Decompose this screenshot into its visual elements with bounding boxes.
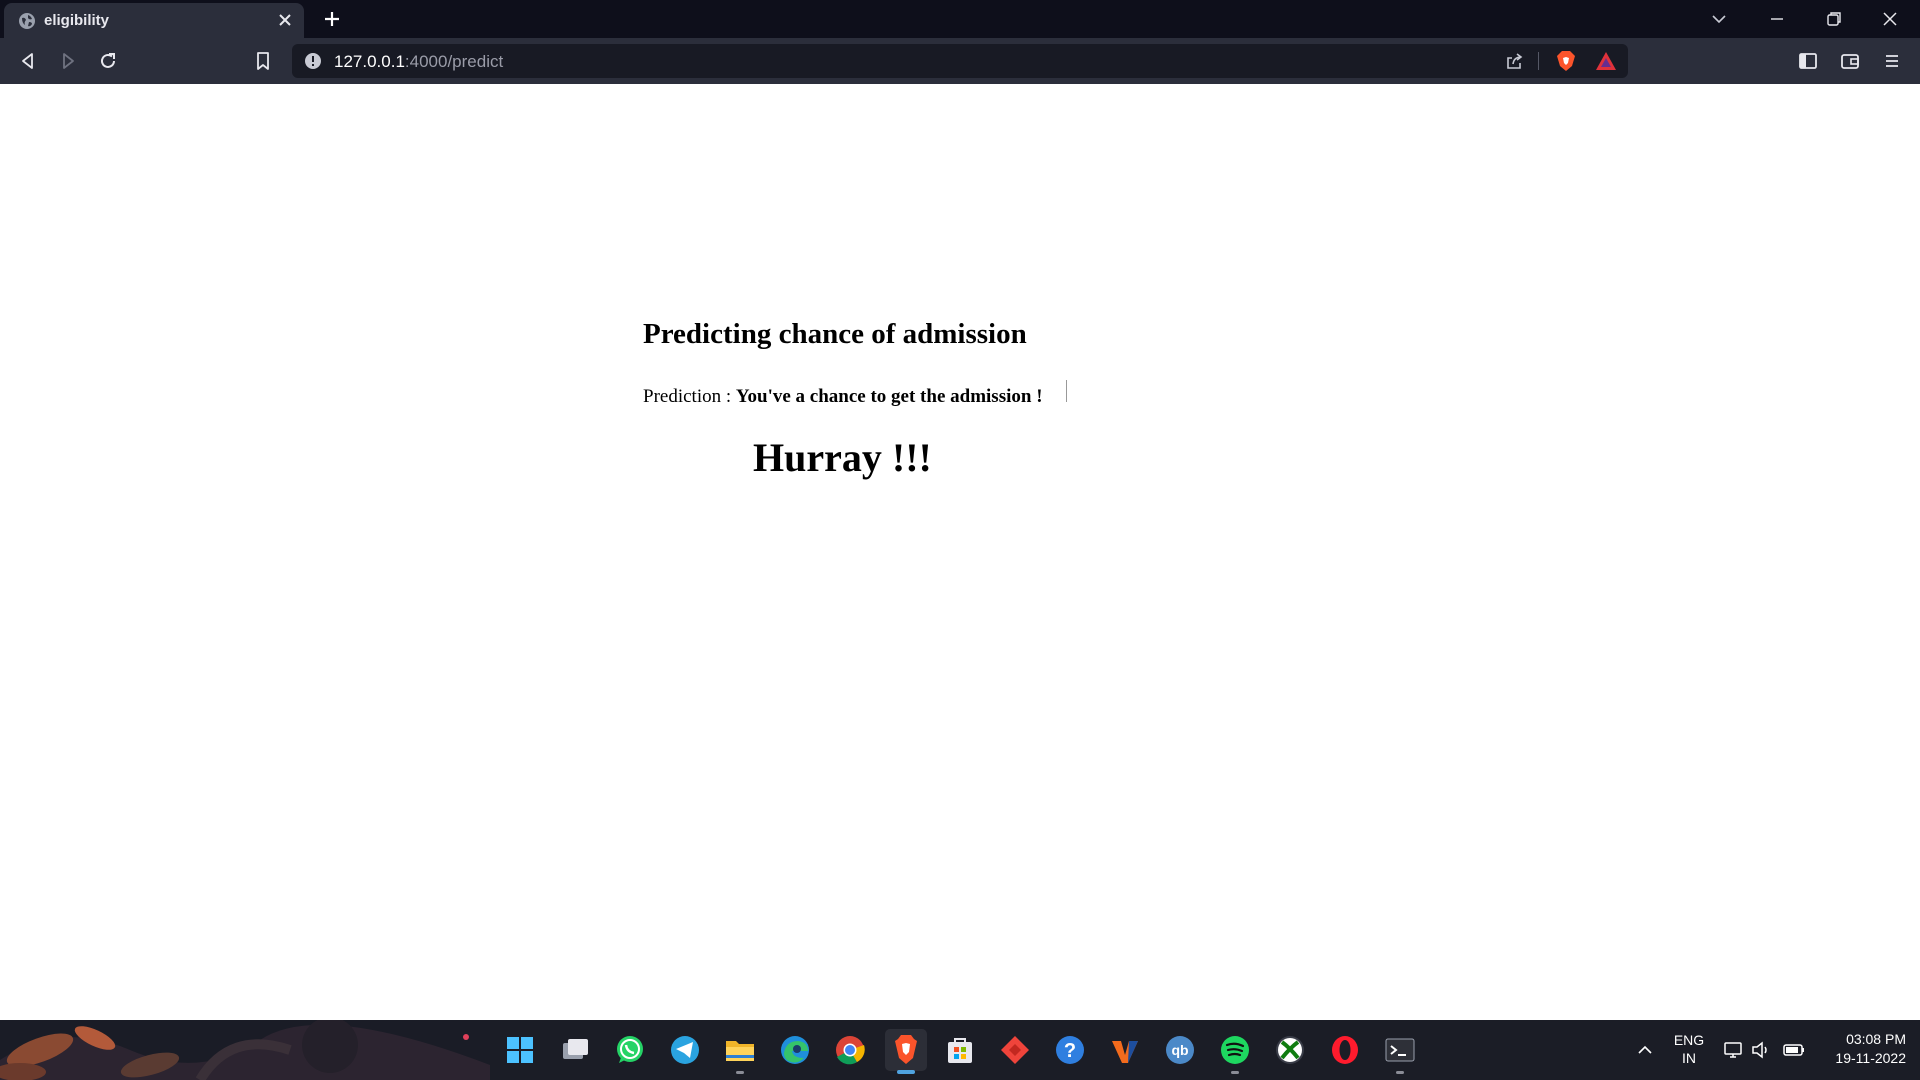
language-indicator[interactable]: ENG IN bbox=[1672, 1031, 1706, 1067]
whatsapp-icon[interactable] bbox=[613, 1033, 647, 1067]
url-host: 127.0.0.1 bbox=[334, 52, 405, 71]
url-path: :4000/predict bbox=[404, 52, 504, 71]
xbox-icon[interactable] bbox=[1273, 1033, 1307, 1067]
divider bbox=[1538, 52, 1539, 70]
bookmark-icon[interactable] bbox=[252, 50, 274, 72]
forward-icon[interactable] bbox=[57, 50, 79, 72]
spotify-icon[interactable] bbox=[1218, 1033, 1252, 1067]
reload-icon[interactable] bbox=[97, 50, 119, 72]
wallet-icon[interactable] bbox=[1839, 50, 1861, 72]
brave-shields-icon[interactable] bbox=[1554, 49, 1578, 73]
task-view-icon[interactable] bbox=[558, 1033, 592, 1067]
wallpaper-peek bbox=[0, 1020, 490, 1080]
page-viewport bbox=[0, 84, 1920, 1020]
page-heading: Predicting chance of admission bbox=[643, 318, 1027, 350]
terminal-icon[interactable] bbox=[1383, 1033, 1417, 1067]
network-icon[interactable] bbox=[1722, 1040, 1744, 1060]
region-code: IN bbox=[1682, 1050, 1696, 1066]
volume-icon[interactable] bbox=[1750, 1040, 1772, 1060]
browser-tab[interactable]: eligibility bbox=[4, 3, 304, 38]
globe-icon bbox=[19, 13, 35, 29]
start-icon[interactable] bbox=[503, 1033, 537, 1067]
telegram-icon[interactable] bbox=[668, 1033, 702, 1067]
minimize-icon[interactable] bbox=[1767, 9, 1787, 29]
terminal-running-indicator bbox=[1396, 1071, 1404, 1074]
brave-running-indicator bbox=[897, 1070, 915, 1074]
share-icon[interactable] bbox=[1504, 51, 1524, 71]
new-tab-icon[interactable] bbox=[322, 9, 342, 29]
info-icon[interactable] bbox=[304, 52, 322, 70]
language-code: ENG bbox=[1673, 1032, 1705, 1048]
url-text: 127.0.0.1:4000/predict bbox=[334, 52, 503, 72]
menu-icon[interactable] bbox=[1881, 50, 1903, 72]
brave-rewards-icon[interactable] bbox=[1595, 50, 1617, 72]
microsoft-store-icon[interactable] bbox=[943, 1033, 977, 1067]
taskbar: ? qb ENG IN 03:08 PM 19-11-2022 bbox=[0, 1020, 1920, 1080]
chevron-up-icon[interactable] bbox=[1635, 1040, 1655, 1060]
help-icon[interactable]: ? bbox=[1053, 1033, 1087, 1067]
svg-text:?: ? bbox=[1064, 1040, 1076, 1062]
file-explorer-icon[interactable] bbox=[723, 1033, 757, 1067]
address-bar[interactable]: 127.0.0.1:4000/predict bbox=[292, 44, 1628, 78]
svg-text:qb: qb bbox=[1171, 1042, 1188, 1058]
prediction-result: You've a chance to get the admission ! bbox=[735, 386, 1043, 407]
chevron-down-icon[interactable] bbox=[1710, 10, 1728, 28]
brave-icon[interactable] bbox=[885, 1029, 927, 1071]
qbittorrent-icon[interactable]: qb bbox=[1163, 1033, 1197, 1067]
battery-icon[interactable] bbox=[1783, 1040, 1805, 1060]
clock[interactable]: 03:08 PM 19-11-2022 bbox=[1810, 1030, 1906, 1068]
edge-icon[interactable] bbox=[778, 1033, 812, 1067]
window-close-icon[interactable] bbox=[1880, 9, 1900, 29]
chrome-icon[interactable] bbox=[833, 1033, 867, 1067]
clock-time: 03:08 PM bbox=[1846, 1031, 1906, 1047]
opera-icon[interactable] bbox=[1328, 1033, 1362, 1067]
close-icon[interactable] bbox=[276, 11, 294, 29]
celebration-heading: Hurray !!! bbox=[753, 435, 932, 480]
clock-date: 19-11-2022 bbox=[1835, 1050, 1906, 1066]
restore-icon[interactable] bbox=[1824, 9, 1844, 29]
prediction-label: Prediction : bbox=[643, 386, 736, 407]
sidebar-icon[interactable] bbox=[1797, 50, 1819, 72]
spotify-running-indicator bbox=[1231, 1071, 1239, 1074]
prediction-line: Prediction : You've a chance to get the … bbox=[643, 386, 1043, 408]
explorer-running-indicator bbox=[736, 1071, 744, 1074]
tab-title: eligibility bbox=[44, 12, 110, 29]
tab-strip: eligibility bbox=[0, 0, 1920, 38]
back-icon[interactable] bbox=[17, 50, 39, 72]
text-cursor bbox=[1066, 380, 1067, 402]
v-app-icon[interactable] bbox=[1108, 1033, 1142, 1067]
anydesk-icon[interactable] bbox=[998, 1033, 1032, 1067]
browser-toolbar: 127.0.0.1:4000/predict bbox=[0, 38, 1920, 84]
